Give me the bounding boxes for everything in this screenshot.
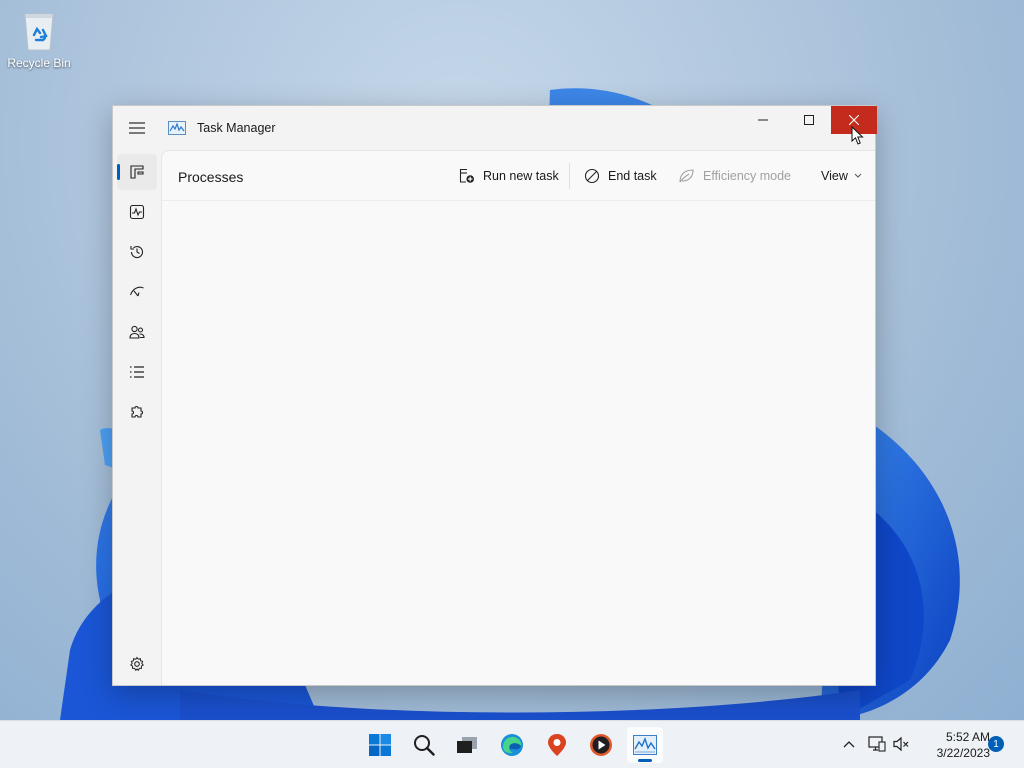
search-icon (414, 735, 435, 756)
command-bar: Processes Run new task End task Efficien… (162, 151, 875, 201)
notification-badge[interactable]: 1 (988, 736, 1004, 752)
chevron-up-icon (843, 741, 855, 748)
end-task-icon (584, 168, 600, 184)
taskbar: 5:52 AM 3/22/2023 (0, 720, 1024, 768)
task-manager-window: Task Manager Processes Run new task End … (112, 105, 877, 686)
taskbar-search-button[interactable] (406, 727, 442, 763)
end-task-label: End task (608, 169, 657, 183)
task-view-icon (457, 737, 477, 753)
media-player-icon (590, 734, 612, 756)
services-puzzle-icon (131, 405, 144, 418)
efficiency-mode-label: Efficiency mode (703, 169, 792, 183)
tray-volume-button[interactable] (890, 733, 912, 755)
taskbar-clock[interactable]: 5:52 AM 3/22/2023 (918, 729, 990, 761)
efficiency-mode-button[interactable]: Efficiency mode (678, 163, 791, 189)
end-task-button[interactable]: End task (584, 163, 657, 189)
nav-app-history[interactable] (117, 234, 157, 270)
run-new-task-label: Run new task (483, 169, 559, 183)
hamburger-menu-button[interactable] (121, 114, 153, 142)
nav-processes[interactable] (117, 154, 157, 190)
taskbar-edge-button[interactable] (494, 727, 530, 763)
taskbar-task-view-button[interactable] (449, 727, 485, 763)
title-bar[interactable]: Task Manager (113, 106, 877, 150)
edge-browser-icon (501, 734, 523, 756)
chevron-down-icon (854, 173, 862, 178)
taskbar-media-player-button[interactable] (583, 727, 619, 763)
history-icon (130, 245, 144, 259)
users-icon (129, 325, 145, 339)
maximize-icon (804, 115, 814, 125)
minimize-button[interactable] (740, 106, 786, 134)
close-icon (849, 115, 859, 125)
processes-icon (130, 165, 144, 179)
window-title: Task Manager (197, 121, 276, 135)
clock-time: 5:52 AM (945, 730, 990, 744)
nav-performance[interactable] (117, 194, 157, 230)
navigation-sidebar (113, 150, 161, 685)
nav-startup-apps[interactable] (117, 274, 157, 310)
run-new-task-icon (459, 168, 474, 183)
recycle-bin-icon (19, 8, 59, 52)
view-dropdown[interactable]: View (821, 163, 870, 189)
recycle-bin[interactable]: Recycle Bin (6, 8, 72, 70)
maximize-button[interactable] (786, 106, 832, 134)
nav-services[interactable] (117, 394, 157, 430)
run-new-task-button[interactable]: Run new task (459, 163, 559, 189)
content-area: Processes Run new task End task Efficien… (161, 150, 875, 685)
hamburger-icon (129, 122, 145, 134)
location-pin-icon (548, 734, 566, 756)
gear-icon (130, 656, 144, 672)
separator (569, 163, 570, 189)
details-list-icon (130, 366, 144, 378)
performance-graph-icon (168, 121, 186, 135)
clock-date: 3/22/2023 (936, 746, 990, 760)
minimize-icon (758, 119, 768, 121)
tray-show-hidden-button[interactable] (838, 733, 860, 755)
performance-icon (129, 204, 145, 220)
taskbar-task-manager-button[interactable] (627, 727, 663, 763)
taskbar-start-button[interactable] (362, 727, 398, 763)
windows-start-icon (369, 734, 391, 756)
view-label: View (821, 169, 848, 183)
leaf-icon (679, 169, 694, 183)
page-title: Processes (178, 169, 244, 185)
tray-network-button[interactable] (866, 733, 888, 755)
task-manager-icon (633, 735, 657, 755)
recycle-bin-label: Recycle Bin (7, 56, 71, 70)
taskbar-maps-button[interactable] (539, 727, 575, 763)
volume-muted-icon (893, 736, 909, 752)
startup-icon (129, 286, 144, 297)
nav-settings[interactable] (117, 646, 157, 682)
network-icon (868, 736, 886, 752)
mouse-cursor-icon (851, 125, 865, 151)
nav-details[interactable] (117, 354, 157, 390)
nav-users[interactable] (117, 314, 157, 350)
